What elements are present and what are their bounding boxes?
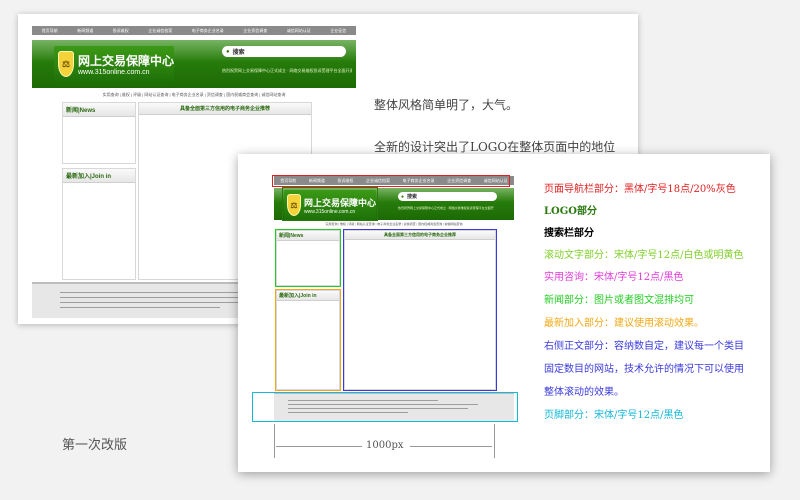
intro-text-1: 整体风格简单明了，大气。 — [374, 98, 519, 112]
search-label: 搜索 — [407, 194, 418, 200]
news-highlight — [275, 229, 341, 287]
logo-title: 网上交易保障中心 — [77, 54, 174, 68]
note-right-1: 右侧正文部分：容纳数自定，建议每一个类目 — [544, 341, 744, 352]
footer-highlight — [252, 392, 518, 422]
logo-url: www.315online.com.cn — [77, 69, 150, 76]
note-logo: LOGO部分 — [544, 206, 597, 217]
join-highlight — [275, 289, 341, 391]
note-news: 新闻部分：图片或者图文混排均可 — [544, 295, 694, 306]
nav-item[interactable]: 投诉维权 — [113, 28, 129, 34]
right-content-highlight — [343, 229, 497, 391]
nav-item[interactable]: 首页导航 — [42, 28, 58, 34]
back-banner: ⚖ 网上交易保障中心 www.315online.com.cn ● 搜索 热烈祝… — [32, 40, 356, 88]
width-line-right — [410, 446, 492, 447]
note-nav: 页面导航栏部分：黑体/字号18点/20%灰色 — [544, 184, 736, 195]
logo-highlight — [282, 187, 378, 221]
front-search-box[interactable]: ● 搜索 — [398, 192, 497, 201]
intro-text-2: 全新的设计突出了LOGO在整体页面中的地位 — [374, 140, 616, 154]
front-scroll-text: 热烈祝贺网上交易保障中心正式成立 · 网络交易维权投诉受理平台全面开通 — [398, 206, 494, 210]
width-guide-right — [494, 424, 495, 458]
back-top-nav: 首页导航 新闻频道 投诉维权 企业诚信档案 电子商务企业名录 企业资信调查 诚信… — [32, 26, 356, 35]
front-annotated-card: 首页导航 新闻频道 投诉维权 企业诚信档案 电子商务企业名录 企业资信调查 诚信… — [238, 154, 770, 472]
back-scroll-text: 热烈祝贺网上交易保障中心正式成立 · 网络交易维权投诉受理平台全面开通 — [222, 68, 352, 73]
front-practical-links[interactable]: 实用查询 | 维权 | 评级 | 网站认证查询 | 电子商务企业名录 | 资信调… — [274, 222, 514, 226]
revision-caption: 第一次改版 — [62, 437, 128, 452]
back-logo[interactable]: ⚖ 网上交易保障中心 www.315online.com.cn — [54, 46, 174, 82]
nav-item[interactable]: 诚信网站认证 — [287, 28, 311, 34]
nav-item[interactable]: 企业资信调查 — [243, 28, 267, 34]
nav-item[interactable]: 企业诚信档案 — [148, 28, 172, 34]
nav-highlight — [272, 175, 510, 187]
back-search-box[interactable]: ● 搜索 — [222, 46, 346, 57]
search-icon: ● — [401, 193, 405, 200]
nav-item[interactable]: 企业征信 — [330, 28, 346, 34]
back-news-panel: 新闻|News — [62, 102, 136, 164]
note-join: 最新加入部分：建议使用滚动效果。 — [544, 318, 704, 329]
search-label: 搜索 — [232, 50, 245, 56]
note-footer: 页脚部分：宋体/字号12点/黑色 — [544, 410, 684, 421]
width-guide-left — [274, 424, 275, 458]
width-line-left — [276, 446, 362, 447]
back-join-panel: 最新加入|Join in — [62, 168, 136, 280]
note-right-2: 固定数目的网站，技术允许的情况下可以使用 — [544, 364, 744, 375]
back-practical-links[interactable]: 实用查询 | 维权 | 评级 | 网站认证查询 | 电子商务企业名录 | 资信调… — [32, 92, 356, 98]
nav-item[interactable]: 新闻频道 — [77, 28, 93, 34]
note-search: 搜索栏部分 — [544, 228, 594, 239]
shield-icon: ⚖ — [58, 51, 74, 77]
nav-item[interactable]: 电子商务企业名录 — [192, 28, 224, 34]
join-heading: 最新加入|Join in — [63, 169, 135, 183]
note-right-3: 整体滚动的效果。 — [544, 387, 624, 398]
news-heading: 新闻|News — [63, 103, 135, 117]
main-heading: 具备全面第三方信用的电子商务企业推荐 — [139, 103, 311, 115]
note-scroll: 滚动文字部分：宋体/字号12点/白色或明黄色 — [544, 250, 744, 261]
search-icon: ● — [226, 48, 230, 55]
note-practical: 实用咨询：宋体/字号12点/黑色 — [544, 272, 684, 283]
width-label: 1000px — [366, 440, 404, 451]
